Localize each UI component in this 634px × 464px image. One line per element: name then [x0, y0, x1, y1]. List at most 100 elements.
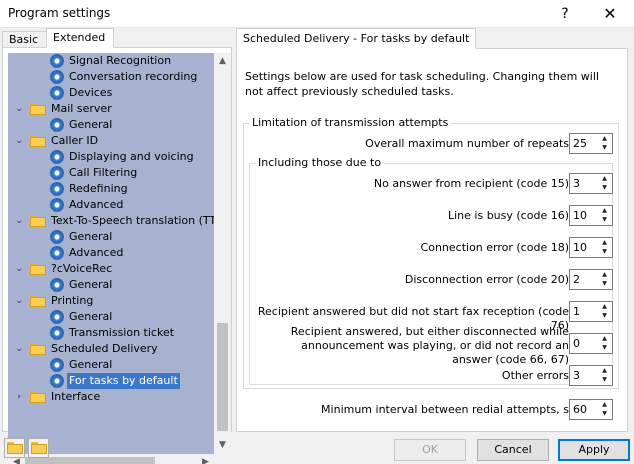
gear-icon: [50, 278, 64, 292]
scroll-up-arrow-icon[interactable]: ▲: [214, 53, 231, 70]
spinner-min-interval[interactable]: 60 ▲ ▼: [569, 399, 613, 420]
spinner-max-repeats[interactable]: 25 ▲ ▼: [569, 133, 613, 154]
spin-up-arrow-icon[interactable]: ▲: [598, 367, 611, 375]
spinner-no-answer[interactable]: 3 ▲ ▼: [569, 173, 613, 194]
spinner-conn-error[interactable]: 10 ▲ ▼: [569, 237, 613, 258]
horizontal-scroll-thumb[interactable]: [25, 457, 155, 464]
settings-tree[interactable]: Signal Recognition Conversation recording…: [8, 53, 214, 454]
tree-folder-item[interactable]: ⌄ Text-To-Speech translation (TTS): [8, 213, 214, 229]
tree-folder-item[interactable]: ⌄ Mail server: [8, 101, 214, 117]
cancel-button[interactable]: Cancel: [477, 439, 549, 461]
spin-up-arrow-icon[interactable]: ▲: [598, 335, 611, 343]
vertical-scroll-thumb[interactable]: [217, 323, 228, 431]
tree-leaf-item[interactable]: General: [8, 277, 214, 293]
spin-up-arrow-icon[interactable]: ▲: [598, 303, 611, 311]
tree-item-label: Conversation recording: [69, 70, 198, 83]
spinner-value[interactable]: 25: [573, 137, 587, 151]
expanded-chevron-icon[interactable]: ⌄: [14, 293, 24, 309]
tree-folder-item[interactable]: ⌄ Printing: [8, 293, 214, 309]
spinner-value[interactable]: 3: [573, 177, 580, 191]
help-button[interactable]: ?: [545, 2, 585, 26]
collapsed-chevron-icon[interactable]: ›: [14, 389, 24, 405]
gear-icon: [50, 246, 64, 260]
setting-label-min-interval: Minimum interval between redial attempts…: [321, 403, 569, 416]
spin-down-arrow-icon[interactable]: ▼: [598, 344, 611, 352]
save-folder-button[interactable]: [28, 438, 49, 458]
expanded-chevron-icon[interactable]: ⌄: [14, 133, 24, 149]
tree-item-label: General: [69, 278, 113, 291]
spin-up-arrow-icon[interactable]: ▲: [598, 135, 611, 143]
ok-button[interactable]: OK: [394, 439, 466, 461]
tree-leaf-item[interactable]: Conversation recording: [8, 69, 214, 85]
spinner-value[interactable]: 10: [573, 241, 587, 255]
folder-icon: [30, 391, 46, 403]
open-folder-button[interactable]: [4, 438, 25, 458]
spinner-no-record[interactable]: 0 ▲ ▼: [569, 333, 613, 354]
tree-folder-item[interactable]: ⌄ Scheduled Delivery: [8, 341, 214, 357]
tree-leaf-item[interactable]: Advanced: [8, 245, 214, 261]
tree-leaf-item[interactable]: Displaying and voicing: [8, 149, 214, 165]
folder-icon: [30, 295, 46, 307]
folder-icon: [30, 135, 46, 147]
spin-down-arrow-icon[interactable]: ▼: [598, 410, 611, 418]
spin-up-arrow-icon[interactable]: ▲: [598, 175, 611, 183]
tree-item-label: Devices: [69, 86, 113, 99]
tree-leaf-item[interactable]: Redefining: [8, 181, 214, 197]
tree-item-label: General: [69, 358, 113, 371]
expanded-chevron-icon[interactable]: ⌄: [14, 341, 24, 357]
spinner-value[interactable]: 0: [573, 337, 580, 351]
spin-down-arrow-icon[interactable]: ▼: [598, 144, 611, 152]
setting-label-conn-error: Connection error (code 18): [420, 241, 569, 254]
spinner-value[interactable]: 2: [573, 273, 580, 287]
expanded-chevron-icon[interactable]: ⌄: [14, 213, 24, 229]
spin-down-arrow-icon[interactable]: ▼: [598, 216, 611, 224]
tree-leaf-item[interactable]: General: [8, 229, 214, 245]
expanded-chevron-icon[interactable]: ⌄: [14, 101, 24, 117]
gear-icon: [50, 150, 64, 164]
tree-leaf-item[interactable]: For tasks by default: [8, 373, 214, 389]
spin-down-arrow-icon[interactable]: ▼: [598, 248, 611, 256]
spinner-value[interactable]: 10: [573, 209, 587, 223]
tree-leaf-item[interactable]: Transmission ticket: [8, 325, 214, 341]
tree-vertical-scrollbar[interactable]: ▲ ▼: [214, 53, 231, 454]
scroll-right-arrow-icon[interactable]: ▶: [197, 454, 214, 464]
spinner-disconn-error[interactable]: 2 ▲ ▼: [569, 269, 613, 290]
spin-down-arrow-icon[interactable]: ▼: [598, 280, 611, 288]
gear-icon: [50, 310, 64, 324]
tree-folder-item[interactable]: › Interface: [8, 389, 214, 405]
tab-for-tasks-by-default[interactable]: Scheduled Delivery - For tasks by defaul…: [236, 28, 477, 49]
apply-button[interactable]: Apply: [558, 439, 630, 461]
tree-folder-item[interactable]: ⌄ Caller ID: [8, 133, 214, 149]
spinner-value[interactable]: 3: [573, 369, 580, 383]
spin-down-arrow-icon[interactable]: ▼: [598, 184, 611, 192]
spin-down-arrow-icon[interactable]: ▼: [598, 376, 611, 384]
spinner-other[interactable]: 3 ▲ ▼: [569, 365, 613, 386]
tree-leaf-item[interactable]: General: [8, 309, 214, 325]
tab-extended[interactable]: Extended: [46, 28, 114, 48]
spinner-no-fax[interactable]: 1 ▲ ▼: [569, 301, 613, 322]
spin-up-arrow-icon[interactable]: ▲: [598, 271, 611, 279]
tree-leaf-item[interactable]: Advanced: [8, 197, 214, 213]
spinner-value[interactable]: 60: [573, 403, 587, 417]
spin-up-arrow-icon[interactable]: ▲: [598, 239, 611, 247]
spin-up-arrow-icon[interactable]: ▲: [598, 401, 611, 409]
tree-leaf-item[interactable]: Devices: [8, 85, 214, 101]
close-button[interactable]: ✕: [590, 2, 630, 26]
tree-leaf-item[interactable]: Signal Recognition: [8, 53, 214, 69]
spinner-line-busy[interactable]: 10 ▲ ▼: [569, 205, 613, 226]
folder-icon: [7, 442, 23, 454]
tree-leaf-item[interactable]: General: [8, 357, 214, 373]
tab-basic[interactable]: Basic: [2, 31, 46, 48]
tree-leaf-item[interactable]: General: [8, 117, 214, 133]
scroll-down-arrow-icon[interactable]: ▼: [214, 437, 231, 454]
tree-leaf-item[interactable]: Call Filtering: [8, 165, 214, 181]
spinner-value[interactable]: 1: [573, 305, 580, 319]
tree-item-label: Text-To-Speech translation (TTS): [51, 214, 214, 227]
tree-item-label: Caller ID: [51, 134, 99, 147]
tree-folder-item[interactable]: ⌄ ?cVoiceRec: [8, 261, 214, 277]
spinner-buttons: ▲ ▼: [598, 207, 611, 224]
spin-up-arrow-icon[interactable]: ▲: [598, 207, 611, 215]
spin-down-arrow-icon[interactable]: ▼: [598, 312, 611, 320]
setting-label-other: Other errors: [501, 369, 569, 382]
expanded-chevron-icon[interactable]: ⌄: [14, 261, 24, 277]
